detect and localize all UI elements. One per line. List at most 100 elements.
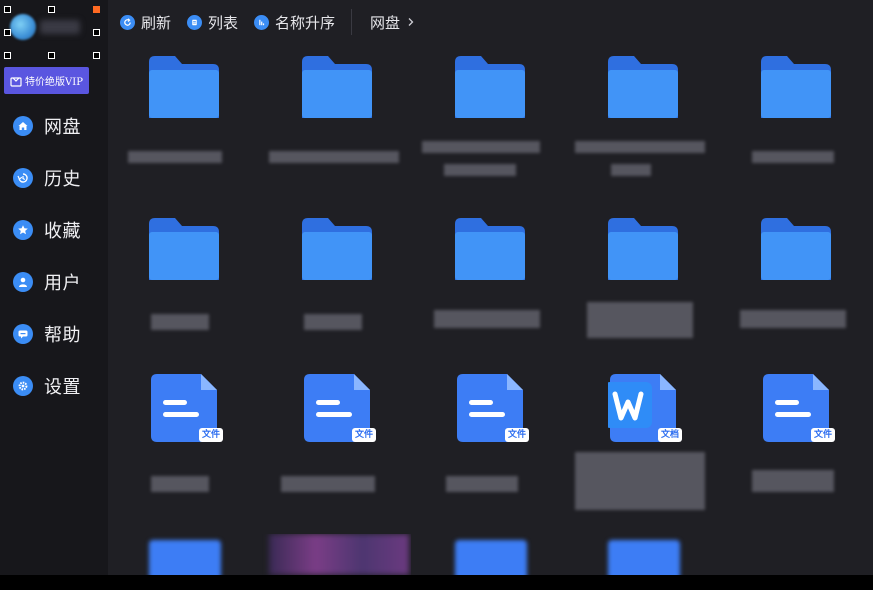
file-type-badge: 文件 xyxy=(810,428,835,442)
selection-handle[interactable] xyxy=(48,52,55,59)
folder-icon xyxy=(761,218,831,280)
sidebar: 特价绝版VIP 网盘 历史 收藏 用户 帮助 设置 xyxy=(0,0,108,575)
sidebar-item-netdisk[interactable]: 网盘 xyxy=(0,106,108,146)
sidebar-item-favorites[interactable]: 收藏 xyxy=(0,210,108,250)
selection-handle[interactable] xyxy=(4,29,11,36)
document-item[interactable]: 文件 xyxy=(414,370,564,530)
list-label: 列表 xyxy=(208,13,239,32)
selection-handle[interactable] xyxy=(4,52,11,59)
refresh-icon xyxy=(120,14,135,30)
file-type-badge: 文档 xyxy=(657,428,682,442)
sidebar-item-help[interactable]: 帮助 xyxy=(0,314,108,354)
document-item[interactable]: 文件 xyxy=(720,370,870,530)
toolbar-divider xyxy=(351,9,353,35)
file-name-blurred xyxy=(740,310,846,328)
folder-icon xyxy=(761,56,831,118)
file-name-blurred xyxy=(128,151,222,163)
file-name-blurred xyxy=(575,141,705,153)
bottom-bar xyxy=(0,575,873,590)
user-avatar-area[interactable] xyxy=(4,6,100,60)
file-thumbnail-blurred xyxy=(608,540,680,575)
sidebar-item-settings[interactable]: 设置 xyxy=(0,366,108,406)
media-thumbnail-blurred xyxy=(269,534,409,575)
selection-handle[interactable] xyxy=(48,6,55,13)
file-name-blurred xyxy=(422,141,540,153)
user-icon xyxy=(13,272,33,292)
folder-item[interactable] xyxy=(720,206,870,366)
folder-item[interactable] xyxy=(108,44,258,204)
refresh-button[interactable]: 刷新 xyxy=(120,0,171,44)
file-name-blurred xyxy=(151,314,209,330)
sidebar-item-user[interactable]: 用户 xyxy=(0,262,108,302)
file-name-blurred xyxy=(444,164,516,176)
file-name-blurred xyxy=(575,452,705,510)
username-blurred xyxy=(40,20,80,34)
selection-handle[interactable] xyxy=(93,29,100,36)
app-window: 特价绝版VIP 网盘 历史 收藏 用户 帮助 设置 刷新 列表 名称升序 网盘 … xyxy=(0,0,873,575)
folder-item[interactable] xyxy=(108,206,258,366)
folder-icon xyxy=(302,218,372,280)
sidebar-item-label: 收藏 xyxy=(44,221,81,242)
file-thumbnail-blurred xyxy=(149,540,221,575)
chevron-right-icon xyxy=(408,18,414,26)
file-item-partial[interactable] xyxy=(567,534,717,575)
folder-item[interactable] xyxy=(567,44,717,204)
file-item-partial[interactable] xyxy=(414,534,564,575)
folder-item[interactable] xyxy=(261,206,411,366)
crown-icon xyxy=(10,76,22,87)
file-name-blurred xyxy=(434,310,540,328)
document-item[interactable]: 文件 xyxy=(261,370,411,530)
toolbar: 刷新 列表 名称升序 网盘 xyxy=(108,0,873,44)
file-thumbnail-blurred xyxy=(455,540,527,575)
selection-handle[interactable] xyxy=(4,6,11,13)
selection-handle[interactable] xyxy=(93,52,100,59)
sort-icon xyxy=(254,14,270,30)
sidebar-item-history[interactable]: 历史 xyxy=(0,158,108,198)
file-type-badge: 文件 xyxy=(198,428,223,442)
star-icon xyxy=(13,220,33,240)
file-item-partial[interactable] xyxy=(108,534,258,575)
file-name-blurred xyxy=(269,151,399,163)
file-name-blurred xyxy=(752,151,834,163)
list-view-button[interactable]: 列表 xyxy=(187,0,238,44)
document-icon: 文件 xyxy=(761,374,835,444)
avatar[interactable] xyxy=(10,14,36,40)
file-name-blurred xyxy=(611,164,651,176)
folder-item[interactable] xyxy=(567,206,717,366)
file-name-blurred xyxy=(151,476,209,492)
gear-icon xyxy=(13,376,33,396)
sidebar-item-label: 帮助 xyxy=(44,325,81,346)
folder-icon xyxy=(302,56,372,118)
file-name-blurred xyxy=(446,476,518,492)
file-type-badge: 文件 xyxy=(504,428,529,442)
word-document-icon: 文档 xyxy=(604,374,682,444)
sidebar-item-label: 用户 xyxy=(44,273,81,294)
sort-label: 名称升序 xyxy=(275,13,336,32)
refresh-label: 刷新 xyxy=(141,13,172,32)
word-document-item[interactable]: 文档 xyxy=(567,370,717,530)
media-item-partial[interactable] xyxy=(261,534,411,575)
sidebar-item-label: 历史 xyxy=(44,169,81,190)
breadcrumb[interactable]: 网盘 xyxy=(370,12,416,33)
file-name-blurred xyxy=(587,302,693,338)
breadcrumb-netdisk[interactable]: 网盘 xyxy=(370,12,400,33)
folder-icon xyxy=(608,56,678,118)
folder-icon xyxy=(455,56,525,118)
sort-button[interactable]: 名称升序 xyxy=(254,0,335,44)
selection-handle-rotate[interactable] xyxy=(93,6,100,13)
sidebar-item-label: 设置 xyxy=(44,377,81,398)
folder-icon xyxy=(149,56,219,118)
file-type-badge: 文件 xyxy=(351,428,376,442)
folder-item[interactable] xyxy=(414,44,564,204)
folder-icon xyxy=(149,218,219,280)
list-icon xyxy=(187,14,203,30)
file-grid: 文件 文件 文件 文档 文件 xyxy=(108,44,873,575)
folder-item[interactable] xyxy=(261,44,411,204)
folder-item[interactable] xyxy=(414,206,564,366)
folder-item[interactable] xyxy=(720,44,870,204)
document-item[interactable]: 文件 xyxy=(108,370,258,530)
vip-button[interactable]: 特价绝版VIP xyxy=(4,67,89,94)
document-icon: 文件 xyxy=(149,374,223,444)
document-icon: 文件 xyxy=(302,374,376,444)
file-name-blurred xyxy=(752,470,834,492)
